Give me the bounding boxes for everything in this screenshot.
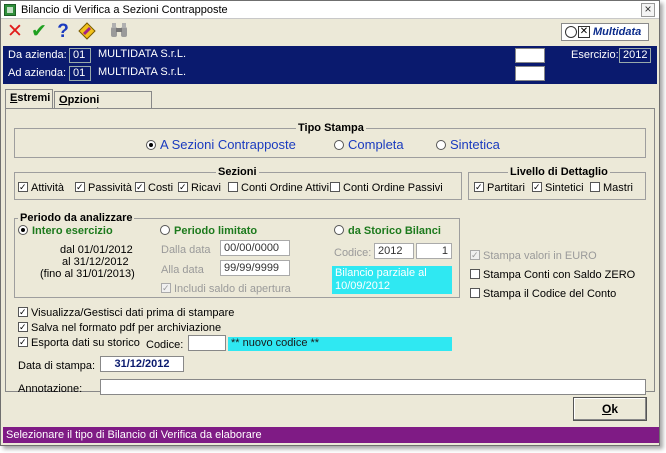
ad-azienda-fill	[515, 66, 545, 81]
check-icon[interactable]: ✔	[29, 22, 49, 42]
bilancio-parziale-note: Bilancio parziale al 10/09/2012	[332, 266, 452, 294]
chk-codice-conto[interactable]: Stampa il Codice del Conto	[470, 288, 616, 300]
da-azienda-fill	[515, 48, 545, 63]
radio-sintetica[interactable]: Sintetica	[436, 137, 500, 152]
radio-storico-bilanci[interactable]: da Storico Bilanci	[334, 225, 441, 237]
chk-partitari[interactable]: Partitari	[474, 182, 525, 194]
sezioni-title: Sezioni	[216, 166, 259, 178]
dalla-data-input[interactable]: 00/00/0000	[220, 240, 290, 256]
intero-fino: (fino al 31/01/2013)	[40, 268, 135, 280]
window-title: Bilancio di Verifica a Sezioni Contrappo…	[21, 4, 228, 16]
dialog-window: Bilancio di Verifica a Sezioni Contrappo…	[0, 0, 660, 446]
tab-opzioni-avanzate[interactable]: Opzioni avanzate	[54, 91, 152, 118]
window-close-button[interactable]: ×	[641, 3, 655, 17]
close-x-icon[interactable]: ✕	[5, 22, 25, 42]
tab-panel-estremi: Tipo Stampa A Sezioni Contrapposte Compl…	[5, 108, 655, 395]
multidata-logo: ✕ Multidata	[561, 23, 649, 41]
radio-intero-esercizio[interactable]: Intero esercizio	[18, 225, 113, 237]
chk-costi[interactable]: Costi	[135, 182, 173, 194]
esercizio-value[interactable]: 2012	[619, 48, 651, 63]
chk-includi-saldo[interactable]: Includi saldo di apertura	[161, 283, 291, 295]
radio-sezioni-contrapposte[interactable]: A Sezioni Contrapposte	[146, 137, 296, 152]
ad-azienda-label: Ad azienda:	[8, 67, 67, 79]
livello-title: Livello di Dettaglio	[508, 166, 610, 178]
data-stampa-input[interactable]: 31/12/2012	[100, 356, 184, 372]
alla-data-label: Alla data	[161, 264, 204, 276]
codice-label: Codice:	[334, 247, 372, 259]
app-icon	[4, 4, 16, 16]
status-bar: Selezionare il tipo di Bilancio di Verif…	[3, 427, 659, 443]
annotazione-label: Annotazione:	[18, 383, 83, 395]
help-icon[interactable]: ?	[53, 22, 73, 42]
export-codice-input[interactable]	[188, 335, 226, 351]
codice-num-input[interactable]: 1	[416, 243, 452, 259]
binoculars-icon[interactable]	[109, 22, 129, 42]
chk-passivita[interactable]: Passività	[75, 182, 132, 194]
nuovo-codice-note: ** nuovo codice **	[228, 337, 452, 351]
title-bar: Bilancio di Verifica a Sezioni Contrappo…	[1, 1, 659, 19]
chk-esporta-storico[interactable]: Esporta dati su storico	[18, 337, 140, 349]
intero-dal: dal 01/01/2012	[60, 244, 133, 256]
ad-azienda-code[interactable]: 01	[69, 66, 91, 81]
chk-mastri[interactable]: Mastri	[590, 182, 633, 194]
chk-ricavi[interactable]: Ricavi	[178, 182, 221, 194]
toolbar: ✕ ✔ ? ✕ Multidata	[1, 19, 659, 45]
edit-icon[interactable]	[77, 22, 97, 42]
chk-sintetici[interactable]: Sintetici	[532, 182, 584, 194]
radio-completa[interactable]: Completa	[334, 137, 404, 152]
chk-salva-pdf[interactable]: Salva nel formato pdf per archiviazione	[18, 322, 221, 334]
radio-periodo-limitato[interactable]: Periodo limitato	[160, 225, 257, 237]
data-stampa-label: Data di stampa:	[18, 360, 96, 372]
esercizio-label: Esercizio:	[571, 49, 619, 61]
tipo-stampa-title: Tipo Stampa	[296, 122, 366, 134]
chk-visualizza[interactable]: Visualizza/Gestisci dati prima di stampa…	[18, 307, 234, 319]
chk-saldo-zero[interactable]: Stampa Conti con Saldo ZERO	[470, 269, 635, 281]
dalla-data-label: Dalla data	[161, 244, 211, 256]
periodo-title: Periodo da analizzare	[18, 212, 135, 224]
chk-conti-ordine-passivi[interactable]: Conti Ordine Passivi	[330, 182, 443, 194]
company-header: Da azienda: 01 MULTIDATA S.r.L. Esercizi…	[3, 46, 657, 84]
ad-azienda-name: MULTIDATA S.r.L.	[95, 66, 515, 81]
codice-year-input[interactable]: 2012	[374, 243, 414, 259]
chk-stampa-euro[interactable]: Stampa valori in EURO	[470, 250, 597, 262]
chk-conti-ordine-attivi[interactable]: Conti Ordine Attivi	[228, 182, 329, 194]
intero-al: al 31/12/2012	[62, 256, 129, 268]
da-azienda-name: MULTIDATA S.r.L.	[95, 48, 515, 63]
tab-estremi[interactable]: Estremi	[5, 89, 53, 109]
da-azienda-code[interactable]: 01	[69, 48, 91, 63]
chk-attivita[interactable]: Attività	[18, 182, 64, 194]
da-azienda-label: Da azienda:	[8, 49, 67, 61]
annotazione-input[interactable]	[100, 379, 646, 395]
ok-button[interactable]: Ok	[573, 397, 647, 421]
alla-data-input[interactable]: 99/99/9999	[220, 260, 290, 276]
export-codice-label: Codice:	[146, 339, 184, 351]
